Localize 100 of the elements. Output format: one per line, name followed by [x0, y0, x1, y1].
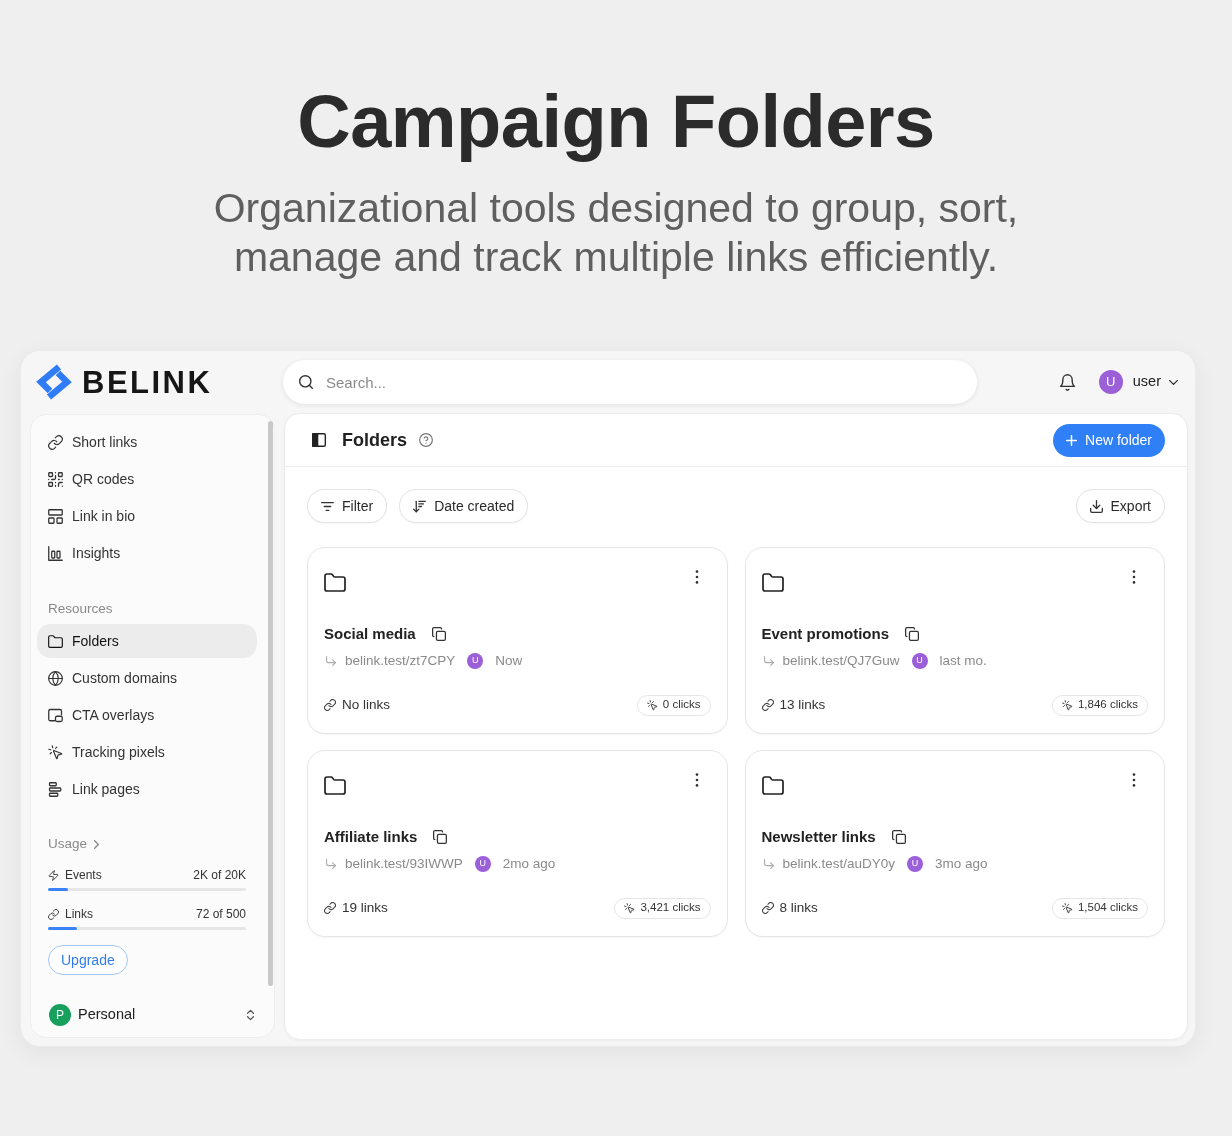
sidebar-item[interactable]: Link in bio: [37, 499, 257, 533]
more-icon[interactable]: [694, 570, 699, 584]
meter-reading: 2K of 20K: [193, 867, 246, 884]
help-icon[interactable]: [419, 433, 433, 447]
short-link[interactable]: belink.test/auDY0y: [782, 853, 896, 875]
created-time: 2mo ago: [502, 854, 556, 873]
folder-icon: [324, 776, 346, 795]
chevron-down-icon: [1169, 379, 1178, 385]
sidebar-item[interactable]: Link pages: [37, 772, 257, 806]
chevrons-up-down-icon: [247, 1009, 254, 1021]
meter-reading: 72 of 500: [195, 906, 246, 923]
folder-name: Newsletter links: [761, 826, 876, 847]
search-icon: [299, 375, 313, 389]
scrollbar[interactable]: [268, 421, 273, 986]
bars-icon: [48, 781, 63, 797]
meter-label: Links: [65, 906, 93, 923]
sort-icon: [413, 499, 427, 513]
link-count: No links: [342, 695, 390, 714]
folder-card[interactable]: Event promotions belink.test/QJ7Guw U last mo. 13 links 1,846 clicks: [744, 547, 1165, 734]
corner-down-right-icon: [326, 859, 336, 869]
filter-button[interactable]: Filter: [307, 489, 388, 523]
more-icon[interactable]: [694, 773, 699, 787]
short-link[interactable]: belink.test/QJ7Guw: [782, 650, 900, 672]
folder-icon: [324, 573, 346, 592]
corner-down-right-icon: [326, 656, 336, 666]
workspace-avatar: P: [49, 1004, 71, 1026]
link-icon: [48, 434, 63, 450]
export-button[interactable]: Export: [1075, 489, 1165, 523]
owner-avatar: U: [911, 653, 928, 669]
filter-icon: [321, 499, 334, 513]
layout-icon: [48, 508, 63, 524]
folder-card[interactable]: Social media belink.test/zt7CPY U Now No links 0 clicks: [307, 547, 728, 734]
user-avatar: U: [1098, 370, 1123, 394]
cursor-click-icon: [48, 744, 63, 760]
new-folder-button[interactable]: New folder: [1053, 423, 1165, 457]
search-field[interactable]: Search...: [283, 360, 977, 404]
corner-down-right-icon: [763, 656, 774, 666]
sidebar-item[interactable]: Short links: [37, 425, 257, 459]
bar-chart-icon: [48, 545, 63, 561]
sidebar-toggle-icon[interactable]: [312, 433, 326, 447]
copy-icon[interactable]: [891, 830, 906, 844]
more-icon[interactable]: [1132, 773, 1136, 787]
clicks-button[interactable]: 1,846 clicks: [1051, 694, 1148, 716]
globe-icon: [48, 670, 63, 686]
section-heading: Resources: [48, 600, 113, 618]
window-icon: [48, 707, 63, 723]
link-icon: [324, 902, 336, 914]
folder-name: Affiliate links: [324, 826, 418, 847]
sidebar-item[interactable]: Insights: [37, 536, 257, 570]
more-icon[interactable]: [1132, 570, 1136, 584]
sidebar-item[interactable]: QR codes: [37, 462, 257, 496]
copy-icon[interactable]: [905, 627, 919, 641]
created-time: 3mo ago: [935, 854, 988, 873]
link-icon: [48, 908, 59, 920]
folder-icon: [761, 776, 784, 795]
clicks-button[interactable]: 3,421 clicks: [614, 897, 711, 919]
cursor-click-icon: [1061, 699, 1073, 711]
workspace-switcher[interactable]: Personal: [78, 1004, 254, 1026]
lightning-icon: [48, 869, 59, 881]
owner-avatar: U: [474, 856, 491, 872]
cursor-click-icon: [1061, 902, 1073, 914]
clicks-button[interactable]: 1,504 clicks: [1051, 897, 1148, 919]
owner-avatar: U: [907, 856, 924, 872]
sidebar-item[interactable]: Custom domains: [37, 661, 257, 695]
created-time: Now: [495, 651, 523, 670]
folder-name: Event promotions: [761, 623, 889, 644]
link-count: 19 links: [342, 898, 388, 917]
cursor-click-icon: [624, 902, 636, 914]
folder-card[interactable]: Affiliate links belink.test/93IWWP U 2mo ago 19 links 3,421 clicks: [307, 750, 728, 937]
notification-bell-icon[interactable]: [1058, 373, 1076, 391]
chevron-right-icon: [94, 839, 100, 849]
logo-icon: [36, 364, 72, 400]
clicks-button[interactable]: 0 clicks: [636, 694, 711, 716]
folder-icon: [48, 633, 63, 649]
meter-label: Events: [65, 867, 102, 884]
user-menu-button[interactable]: user: [1132, 371, 1178, 393]
cursor-click-icon: [646, 699, 658, 711]
link-count: 8 links: [779, 898, 818, 917]
link-icon: [324, 699, 336, 711]
created-time: last mo.: [939, 651, 987, 670]
folder-name: Social media: [324, 623, 416, 644]
sidebar-item[interactable]: CTA overlays: [37, 698, 257, 732]
link-icon: [761, 902, 774, 914]
copy-icon[interactable]: [433, 830, 448, 844]
sidebar-item[interactable]: Folders: [37, 624, 257, 658]
link-icon: [761, 699, 774, 711]
short-link[interactable]: belink.test/zt7CPY: [345, 650, 456, 672]
short-link[interactable]: belink.test/93IWWP: [345, 853, 463, 875]
page-heading: Folders: [342, 428, 407, 452]
download-icon: [1089, 499, 1103, 513]
upgrade-button[interactable]: Upgrade: [48, 945, 128, 975]
usage-link[interactable]: Usage: [48, 834, 100, 854]
logo-wordmark: BELINK: [82, 366, 213, 398]
hero-subtitle: Organizational tools designed to group, sort, manage and track multiple links efficiently.: [212, 184, 1020, 282]
sort-button[interactable]: Date created: [399, 489, 529, 523]
corner-down-right-icon: [763, 859, 774, 869]
folder-card[interactable]: Newsletter links belink.test/auDY0y U 3mo ago 8 links 1,504 clicks: [744, 750, 1165, 937]
copy-icon[interactable]: [431, 627, 446, 641]
folder-icon: [761, 573, 784, 592]
sidebar-item[interactable]: Tracking pixels: [37, 735, 257, 769]
